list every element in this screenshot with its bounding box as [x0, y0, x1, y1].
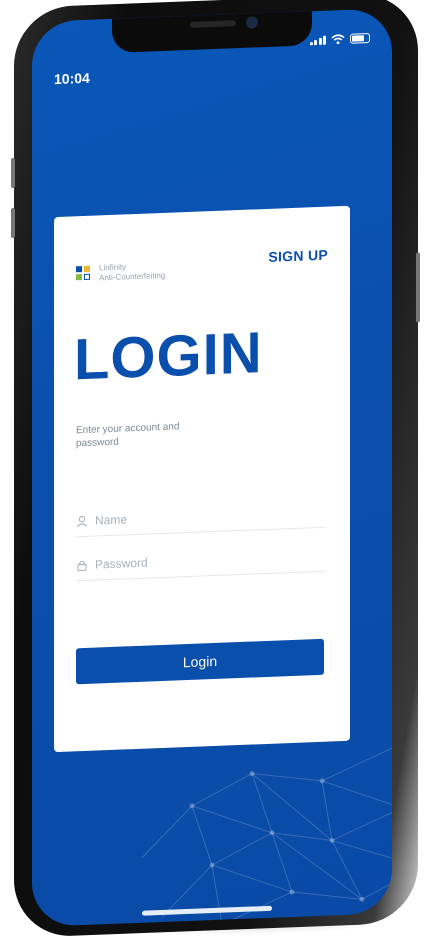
status-time: 10:04	[54, 69, 90, 88]
login-card: Linfinity Anti-Counterfeiting SIGN UP LO…	[54, 205, 350, 753]
name-placeholder: Name	[95, 512, 128, 528]
brand-text: Linfinity Anti-Counterfeiting	[99, 261, 165, 284]
login-button[interactable]: Login	[76, 638, 324, 685]
phone-screen: 10:04 Linfinity Anti-Counterfeiting SIGN…	[32, 8, 392, 928]
wifi-icon	[331, 34, 345, 45]
battery-icon	[350, 33, 370, 44]
power-button	[416, 252, 420, 323]
name-field[interactable]: Name	[76, 496, 326, 538]
signup-link[interactable]: SIGN UP	[268, 247, 328, 265]
brand-logo: Linfinity Anti-Counterfeiting	[76, 261, 165, 284]
camera-icon	[246, 16, 258, 29]
status-icons	[309, 33, 370, 46]
signal-icon	[309, 35, 326, 46]
brand-line-2: Anti-Counterfeiting	[99, 270, 166, 283]
page-title: LOGIN	[74, 320, 263, 393]
volume-down-button	[11, 207, 15, 239]
volume-up-button	[11, 157, 15, 189]
password-placeholder: Password	[95, 555, 148, 572]
user-icon	[76, 515, 88, 528]
speaker	[190, 20, 236, 28]
password-field[interactable]: Password	[76, 540, 326, 582]
lock-icon	[77, 560, 87, 572]
page-subtitle: Enter your account and password	[76, 421, 180, 450]
logo-icon	[76, 265, 92, 283]
